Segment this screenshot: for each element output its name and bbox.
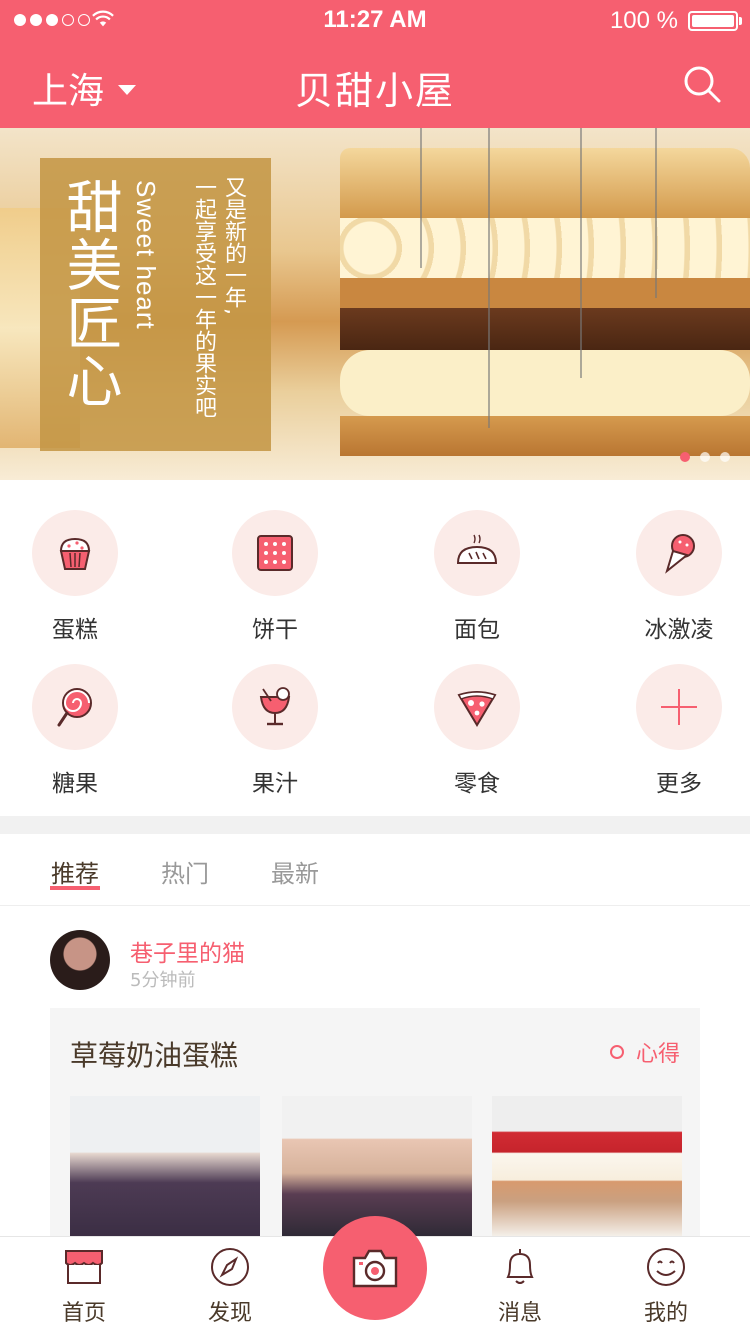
- feed-tabs: 推荐 热门 最新: [0, 834, 750, 906]
- cupcake-icon: [59, 537, 91, 570]
- category-label: 果汁: [252, 771, 298, 797]
- banner-caption: 甜美匠心 Sweet heart 又是新的一年, 一起享受这一年的果实吧: [40, 158, 271, 451]
- biscuit-icon: [257, 535, 293, 571]
- camera-icon: [352, 1249, 398, 1288]
- pager-dot[interactable]: [700, 452, 710, 462]
- category-bread[interactable]: 面包: [402, 510, 552, 644]
- banner-line-2: 一起享受这一年的果实吧: [191, 176, 216, 418]
- battery-icon: [688, 11, 742, 31]
- search-icon[interactable]: [682, 64, 722, 104]
- tab-latest[interactable]: 最新: [271, 854, 319, 889]
- smiley-icon: [647, 1248, 685, 1286]
- page-title: 贝甜小屋: [294, 69, 455, 113]
- post-photo[interactable]: [282, 1096, 472, 1236]
- post-photo[interactable]: [492, 1096, 682, 1236]
- banner-title: 甜美匠心: [57, 178, 122, 410]
- category-biscuit[interactable]: 饼干: [200, 510, 350, 644]
- category-juice[interactable]: 果汁: [200, 664, 350, 798]
- nav-label: 首页: [61, 1301, 106, 1326]
- category-label: 更多: [656, 771, 702, 797]
- lollipop-icon: [57, 688, 92, 727]
- category-candy[interactable]: 糖果: [0, 664, 150, 798]
- juice-icon: [259, 687, 291, 726]
- category-ice-cream[interactable]: 冰激凌: [604, 510, 750, 644]
- category-snack[interactable]: 零食: [402, 664, 552, 798]
- battery-percentage: 100 %: [609, 7, 678, 34]
- banner-pager[interactable]: [680, 452, 730, 462]
- section-divider: [0, 816, 750, 834]
- nav-label: 我的: [643, 1301, 688, 1326]
- banner-line-1: 又是新的一年,: [221, 176, 246, 315]
- app-header: 11:27 AM 100 % 上海 贝甜小屋: [0, 0, 750, 128]
- avatar[interactable]: [50, 930, 110, 990]
- pager-dot[interactable]: [680, 452, 690, 462]
- ice-cream-icon: [665, 534, 695, 574]
- tab-popular[interactable]: 热门: [161, 854, 209, 889]
- nav-label: 消息: [497, 1301, 542, 1326]
- bell-icon: [506, 1249, 534, 1284]
- active-tab-indicator: [50, 886, 100, 890]
- post-title: 草莓奶油蛋糕: [70, 1039, 239, 1072]
- nav-messages[interactable]: 消息: [470, 1245, 570, 1327]
- category-cake[interactable]: 蛋糕: [0, 510, 150, 644]
- post-card[interactable]: 草莓奶油蛋糕 心得: [50, 1008, 700, 1248]
- nav-discover[interactable]: 发现: [180, 1245, 280, 1327]
- camera-button[interactable]: [323, 1216, 427, 1320]
- post-author[interactable]: 巷子里的猫: [130, 934, 245, 968]
- post-time: 5分钟前: [130, 970, 196, 991]
- category-label: 糖果: [52, 771, 98, 797]
- banner-subtitle-en: Sweet heart: [131, 180, 161, 330]
- pizza-icon: [457, 691, 497, 727]
- category-label: 饼干: [252, 617, 298, 643]
- tab-recommended[interactable]: 推荐: [51, 854, 99, 889]
- shop-icon: [65, 1250, 103, 1284]
- pager-dot[interactable]: [720, 452, 730, 462]
- category-label: 零食: [454, 771, 500, 797]
- post-tag[interactable]: 心得: [609, 1036, 680, 1068]
- category-grid: 蛋糕 饼干 面包 冰激凌 糖果 果汁 零食 更多: [0, 480, 750, 816]
- category-label: 蛋糕: [52, 617, 98, 643]
- nav-profile[interactable]: 我的: [616, 1245, 716, 1327]
- compass-icon: [211, 1248, 249, 1286]
- category-more[interactable]: 更多: [604, 664, 750, 798]
- category-label: 面包: [454, 617, 500, 643]
- tag-label: 心得: [635, 1042, 680, 1067]
- promo-banner[interactable]: 甜美匠心 Sweet heart 又是新的一年, 一起享受这一年的果实吧: [0, 128, 750, 480]
- status-bar: 11:27 AM 100 %: [0, 0, 750, 40]
- bread-icon: [456, 534, 498, 564]
- category-label: 冰激凌: [644, 617, 714, 643]
- post-photo[interactable]: [70, 1096, 260, 1236]
- tag-dot-icon: [609, 1045, 624, 1059]
- nav-home[interactable]: 首页: [34, 1245, 134, 1327]
- plus-icon: [661, 689, 697, 725]
- nav-label: 发现: [207, 1301, 252, 1326]
